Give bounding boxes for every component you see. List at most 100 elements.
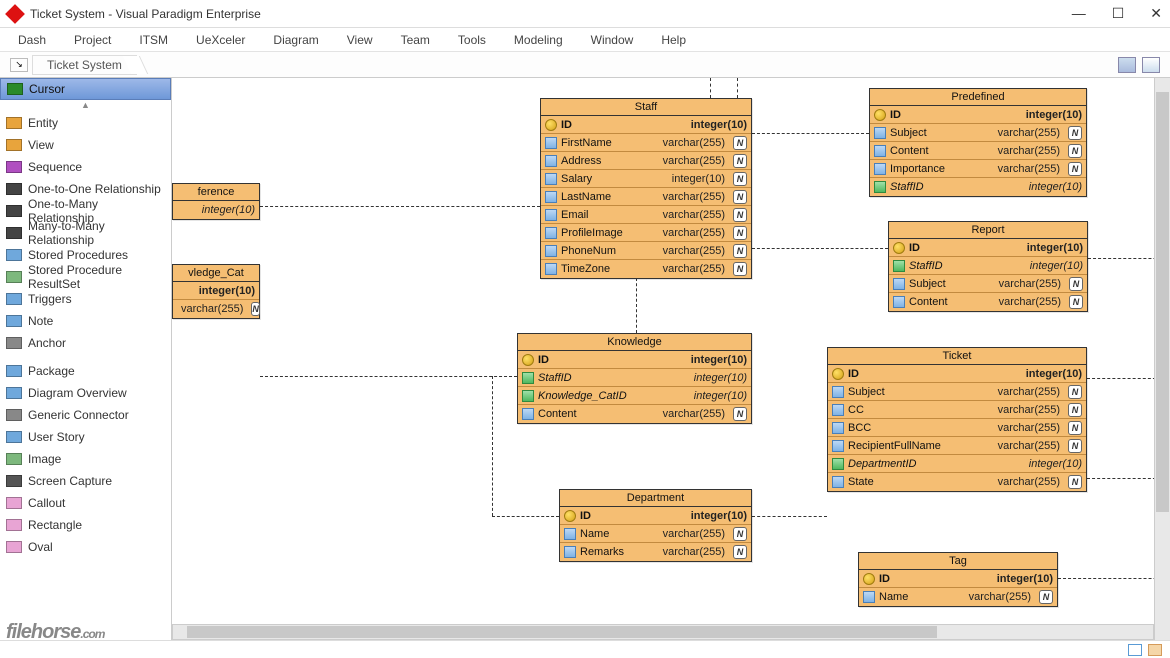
entity-row[interactable]: Knowledge_CatIDinteger(10) xyxy=(518,387,751,405)
entity-row[interactable]: FirstNamevarchar(255)N xyxy=(541,134,751,152)
entity-row[interactable]: LastNamevarchar(255)N xyxy=(541,188,751,206)
close-button[interactable]: ✕ xyxy=(1150,5,1162,22)
vertical-scrollbar[interactable] xyxy=(1154,78,1170,640)
field-type: varchar(255) xyxy=(998,145,1060,157)
menu-help[interactable]: Help xyxy=(661,33,686,47)
entity-row[interactable]: IDinteger(10) xyxy=(560,507,751,525)
mail-icon[interactable] xyxy=(1128,644,1142,656)
layout-tool-icon[interactable] xyxy=(1118,57,1136,73)
field-type: integer(10) xyxy=(1027,242,1083,254)
entity-ticket[interactable]: TicketIDinteger(10)Subjectvarchar(255)NC… xyxy=(827,347,1087,492)
field-type: varchar(255) xyxy=(663,155,725,167)
entity-row[interactable]: varchar(255)N xyxy=(173,300,259,318)
palette-item-user-story[interactable]: User Story xyxy=(0,426,171,448)
horizontal-scrollbar[interactable] xyxy=(172,624,1154,640)
entity-row[interactable]: integer(10) xyxy=(173,282,259,300)
nullable-badge: N xyxy=(733,190,747,204)
menu-team[interactable]: Team xyxy=(401,33,430,47)
entity-row[interactable]: Contentvarchar(255)N xyxy=(870,142,1086,160)
palette-item-entity[interactable]: Entity xyxy=(0,112,171,134)
menu-tools[interactable]: Tools xyxy=(458,33,486,47)
entity-row[interactable]: IDinteger(10) xyxy=(541,116,751,134)
add-diagram-icon[interactable] xyxy=(1142,57,1160,73)
key-icon xyxy=(522,354,534,366)
field-type: varchar(255) xyxy=(663,263,725,275)
entity-row[interactable]: IDinteger(10) xyxy=(889,239,1087,257)
entity-staff[interactable]: StaffIDinteger(10)FirstNamevarchar(255)N… xyxy=(540,98,752,279)
entity-predefined[interactable]: PredefinedIDinteger(10)Subjectvarchar(25… xyxy=(869,88,1087,197)
field-name: TimeZone xyxy=(561,263,610,275)
menu-view[interactable]: View xyxy=(347,33,373,47)
menu-diagram[interactable]: Diagram xyxy=(273,33,318,47)
entity-row[interactable]: CCvarchar(255)N xyxy=(828,401,1086,419)
entity-row[interactable]: IDinteger(10) xyxy=(518,351,751,369)
palette-item-view[interactable]: View xyxy=(0,134,171,156)
entity-row[interactable]: RecipientFullNamevarchar(255)N xyxy=(828,437,1086,455)
nullable-badge: N xyxy=(733,527,747,541)
entity-row[interactable]: IDinteger(10) xyxy=(870,106,1086,124)
nullable-badge: N xyxy=(1069,295,1083,309)
breadcrumb[interactable]: Ticket System xyxy=(32,55,137,75)
entity-row[interactable]: Namevarchar(255)N xyxy=(560,525,751,543)
menu-uexceler[interactable]: UeXceler xyxy=(196,33,245,47)
palette-item-triggers[interactable]: Triggers xyxy=(0,288,171,310)
menu-project[interactable]: Project xyxy=(74,33,111,47)
palette-item-many-to-many-relationship[interactable]: Many-to-Many Relationship xyxy=(0,222,171,244)
palette-item-stored-procedure-resultset[interactable]: Stored Procedure ResultSet xyxy=(0,266,171,288)
field-name: CC xyxy=(848,404,864,416)
palette-item-image[interactable]: Image xyxy=(0,448,171,470)
palette-collapse-arrow[interactable]: ▲ xyxy=(0,100,171,112)
menu-modeling[interactable]: Modeling xyxy=(514,33,563,47)
palette-item-generic-connector[interactable]: Generic Connector xyxy=(0,404,171,426)
entity-row[interactable]: Remarksvarchar(255)N xyxy=(560,543,751,561)
entity-row[interactable]: IDinteger(10) xyxy=(859,570,1057,588)
entity-row[interactable]: Contentvarchar(255)N xyxy=(518,405,751,423)
menu-dash[interactable]: Dash xyxy=(18,33,46,47)
entity-row[interactable]: Emailvarchar(255)N xyxy=(541,206,751,224)
field-type: varchar(255) xyxy=(999,278,1061,290)
entity-row[interactable]: StaffIDinteger(10) xyxy=(870,178,1086,196)
entity-row[interactable]: Salaryinteger(10)N xyxy=(541,170,751,188)
palette-item-callout[interactable]: Callout xyxy=(0,492,171,514)
entity-row[interactable]: PhoneNumvarchar(255)N xyxy=(541,242,751,260)
palette-item-note[interactable]: Note xyxy=(0,310,171,332)
entity-reference[interactable]: ferenceinteger(10) xyxy=(172,183,260,220)
palette-item-diagram-overview[interactable]: Diagram Overview xyxy=(0,382,171,404)
entity-report[interactable]: ReportIDinteger(10)StaffIDinteger(10)Sub… xyxy=(888,221,1088,312)
entity-department[interactable]: DepartmentIDinteger(10)Namevarchar(255)N… xyxy=(559,489,752,562)
entity-knowledge[interactable]: KnowledgeIDinteger(10)StaffIDinteger(10)… xyxy=(517,333,752,424)
entity-row[interactable]: DepartmentIDinteger(10) xyxy=(828,455,1086,473)
entity-row[interactable]: StaffIDinteger(10) xyxy=(518,369,751,387)
minimize-button[interactable]: — xyxy=(1072,5,1086,22)
menu-itsm[interactable]: ITSM xyxy=(139,33,168,47)
message-icon[interactable] xyxy=(1148,644,1162,656)
entity-row[interactable]: IDinteger(10) xyxy=(828,365,1086,383)
palette-item-screen-capture[interactable]: Screen Capture xyxy=(0,470,171,492)
maximize-button[interactable]: ☐ xyxy=(1112,5,1125,22)
entity-row[interactable]: Addressvarchar(255)N xyxy=(541,152,751,170)
entity-row[interactable]: Subjectvarchar(255)N xyxy=(870,124,1086,142)
entity-row[interactable]: StaffIDinteger(10) xyxy=(889,257,1087,275)
palette-item-rectangle[interactable]: Rectangle xyxy=(0,514,171,536)
palette-item-anchor[interactable]: Anchor xyxy=(0,332,171,354)
entity-tag[interactable]: TagIDinteger(10)Namevarchar(255)N xyxy=(858,552,1058,607)
back-button[interactable]: ↘ xyxy=(10,58,28,72)
palette-item-oval[interactable]: Oval xyxy=(0,536,171,558)
entity-row[interactable]: Statevarchar(255)N xyxy=(828,473,1086,491)
entity-row[interactable]: Contentvarchar(255)N xyxy=(889,293,1087,311)
palette-item-sequence[interactable]: Sequence xyxy=(0,156,171,178)
entity-row[interactable]: integer(10) xyxy=(173,201,259,219)
entity-row[interactable]: Subjectvarchar(255)N xyxy=(889,275,1087,293)
palette-item-cursor[interactable]: Cursor xyxy=(0,78,171,100)
entity-row[interactable]: Namevarchar(255)N xyxy=(859,588,1057,606)
menu-window[interactable]: Window xyxy=(591,33,634,47)
entity-row[interactable]: Subjectvarchar(255)N xyxy=(828,383,1086,401)
entity-row[interactable]: TimeZonevarchar(255)N xyxy=(541,260,751,278)
entity-knowledge_cat[interactable]: vledge_Catinteger(10)varchar(255)N xyxy=(172,264,260,319)
diagram-canvas[interactable]: StaffIDinteger(10) FirstNamevarchar(255)N… xyxy=(172,78,1170,640)
palette-item-package[interactable]: Package xyxy=(0,360,171,382)
entity-row[interactable]: Importancevarchar(255)N xyxy=(870,160,1086,178)
entity-row[interactable]: BCCvarchar(255)N xyxy=(828,419,1086,437)
entity-row[interactable]: ProfileImagevarchar(255)N xyxy=(541,224,751,242)
palette-label: Package xyxy=(28,364,75,378)
